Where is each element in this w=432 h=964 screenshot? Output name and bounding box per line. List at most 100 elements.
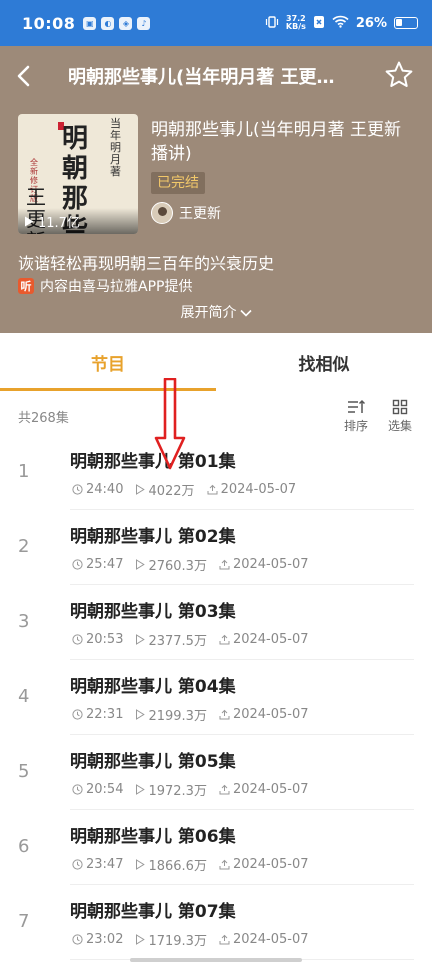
date-value: 2024-05-07 [232,782,309,797]
play-triangle-icon [136,859,146,870]
battery-icon [394,17,418,29]
status-right: 37.2 KB/s 26% [265,15,418,32]
favorite-button[interactable] [384,60,416,92]
wifi-icon [332,15,349,31]
star-outline-icon [385,61,413,87]
episode-index: 4 [18,686,30,707]
status-badge: 已完结 [151,172,205,194]
episode-list: 1 明朝那些事儿 第01集 24:40 4022万 2024-05-07 2 明… [0,435,432,960]
clock-icon [72,709,83,720]
list-header: 共268集 排序 选集 [0,391,432,439]
episode-plays: 1866.6万 [135,855,207,874]
tab-bar: 节目 找相似 [0,333,432,391]
cover-author-text: 当年明月著 [110,117,121,178]
play-icon [25,216,34,226]
episode-row[interactable]: 3 明朝那些事儿 第03集 20:53 2377.5万 2024-05-07 [0,585,432,660]
plays-value: 2760.3万 [148,559,207,574]
clock-icon [72,934,83,945]
episode-title: 明朝那些事儿 第04集 [70,677,236,697]
clock-icon [72,784,83,795]
episode-meta: 20:53 2377.5万 2024-05-07 [72,630,321,649]
select-episodes-button[interactable]: 选集 [384,399,416,434]
episode-plays: 1972.3万 [135,780,207,799]
episode-duration: 20:53 [72,632,123,647]
episode-row[interactable]: 6 明朝那些事儿 第06集 23:47 1866.6万 2024-05-07 [0,810,432,885]
duration-value: 20:53 [86,632,124,647]
episode-title: 明朝那些事儿 第05集 [70,752,236,772]
episode-row[interactable]: 4 明朝那些事儿 第04集 22:31 2199.3万 2024-05-07 [0,660,432,735]
author-link[interactable]: 王更新 [151,202,221,224]
sim-off-icon [313,15,325,32]
episode-index: 3 [18,611,30,632]
date-value: 2024-05-07 [232,557,309,572]
episode-meta: 23:02 1719.3万 2024-05-07 [72,930,321,949]
clock-icon [72,559,83,570]
play-triangle-icon [136,934,146,945]
net-speed-unit: KB/s [285,22,306,31]
episode-date: 2024-05-07 [219,857,309,872]
back-button[interactable] [16,56,60,96]
episode-meta: 20:54 1972.3万 2024-05-07 [72,780,321,799]
duration-value: 24:40 [86,482,124,497]
grid-icon [392,399,408,415]
chevron-left-icon [17,65,30,87]
plays-value: 1972.3万 [148,784,207,799]
chevron-down-icon [239,305,252,321]
duration-value: 20:54 [86,782,124,797]
duration-value: 22:31 [86,707,124,722]
tab-similar[interactable]: 找相似 [216,333,432,391]
album-cover[interactable]: 明朝那些事儿 当年明月著 全新修订版 王更新 11.7亿 [18,114,138,234]
episode-date: 2024-05-07 [219,932,309,947]
plays-value: 4022万 [148,484,195,499]
app-notification-icon: ◈ [119,16,133,30]
episode-duration: 22:31 [72,707,123,722]
play-count-value: 11.7亿 [38,215,80,231]
plays-value: 2377.5万 [148,634,207,649]
episode-date: 2024-05-07 [219,782,309,797]
upload-icon [219,859,230,870]
sort-icon [348,399,365,413]
expand-label: 展开简介 [180,305,237,321]
date-value: 2024-05-07 [220,482,297,497]
avatar [151,202,173,224]
content-provider: 听 内容由喜马拉雅APP提供 [18,276,192,296]
episode-meta: 22:31 2199.3万 2024-05-07 [72,705,321,724]
episode-title: 明朝那些事儿 第07集 [70,902,236,922]
date-value: 2024-05-07 [232,857,309,872]
episode-duration: 25:47 [72,557,123,572]
episode-plays: 2377.5万 [135,630,207,649]
episode-title: 明朝那些事儿 第03集 [70,602,236,622]
episode-title: 明朝那些事儿 第02集 [70,527,236,547]
clock-icon [72,484,83,495]
app-notification-icon: ▣ [83,16,97,30]
album-title: 明朝那些事儿(当年明月著 王更新播讲) [151,120,402,164]
duration-value: 23:47 [86,857,124,872]
episode-index: 6 [18,836,30,857]
episode-row[interactable]: 7 明朝那些事儿 第07集 23:02 1719.3万 2024-05-07 [0,885,432,960]
date-value: 2024-05-07 [232,932,309,947]
upload-icon [219,559,230,570]
episode-plays: 2199.3万 [135,705,207,724]
cover-play-count: 11.7亿 [18,208,138,234]
plays-value: 1866.6万 [148,859,207,874]
episode-duration: 24:40 [72,482,123,497]
sort-button[interactable]: 排序 [340,399,372,434]
episode-count: 共268集 [18,411,69,426]
episode-plays: 4022万 [135,480,195,499]
tiktok-notification-icon: ♪ [137,16,151,30]
notification-icons: ▣ ◐ ◈ ♪ [83,16,151,30]
episode-row[interactable]: 5 明朝那些事儿 第05集 20:54 1972.3万 2024-05-07 [0,735,432,810]
episode-date: 2024-05-07 [219,557,309,572]
home-indicator[interactable] [130,958,302,962]
vibrate-icon [265,15,279,32]
play-triangle-icon [136,784,146,795]
episode-index: 5 [18,761,30,782]
episode-row[interactable]: 2 明朝那些事儿 第02集 25:47 2760.3万 2024-05-07 [0,510,432,585]
episode-index: 1 [18,461,30,482]
episode-row[interactable]: 1 明朝那些事儿 第01集 24:40 4022万 2024-05-07 [0,435,432,510]
episode-duration: 23:47 [72,857,123,872]
nav-title: 明朝那些事儿(当年明月著 王更… [68,67,335,88]
date-value: 2024-05-07 [232,707,309,722]
episode-index: 7 [18,911,30,932]
expand-intro-button[interactable]: 展开简介 [0,302,432,322]
